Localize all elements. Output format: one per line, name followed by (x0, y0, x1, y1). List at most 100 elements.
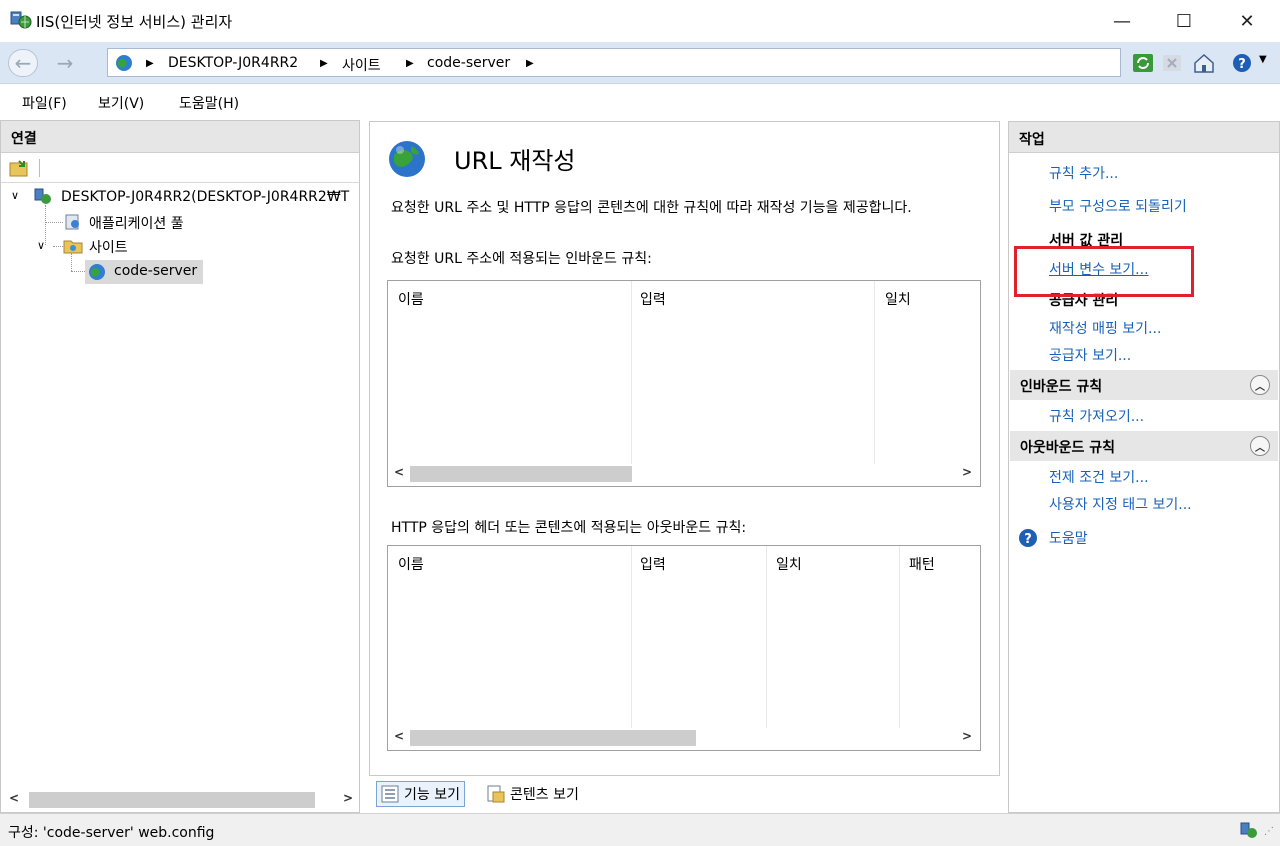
view-tabs: 기능 보기 콘텐츠 보기 (369, 778, 1009, 812)
tree-expand-icon[interactable]: ∨ (11, 189, 19, 202)
content-view-label: 콘텐츠 보기 (510, 787, 579, 803)
column-header-pattern[interactable]: 패턴 (909, 554, 935, 574)
refresh-icon[interactable] (1131, 51, 1155, 75)
resize-grip-icon[interactable]: ⋰ (1264, 826, 1274, 837)
scroll-left-icon[interactable]: < (9, 791, 19, 805)
breadcrumb-arrow-icon[interactable]: ▶ (406, 58, 414, 69)
breadcrumb-arrow-icon[interactable]: ▶ (146, 58, 154, 69)
status-text: 구성: 'code-server' web.config (8, 825, 215, 841)
forward-button[interactable]: → (50, 49, 80, 77)
outbound-rules-label: HTTP 응답의 헤더 또는 콘텐츠에 적용되는 아웃바운드 규칙: (391, 520, 747, 536)
annotation-highlight-box (1014, 246, 1194, 297)
iis-app-icon (10, 11, 32, 29)
inbound-rules-grid[interactable]: 이름 입력 일치 < > (387, 280, 981, 487)
forward-arrow-icon: → (56, 51, 74, 75)
breadcrumb-arrow-icon[interactable]: ▶ (526, 58, 534, 69)
features-view-icon (381, 785, 399, 803)
home-icon[interactable] (1192, 51, 1216, 75)
connections-toolbar (1, 153, 359, 183)
column-header-name[interactable]: 이름 (398, 289, 424, 309)
column-divider (899, 546, 900, 728)
column-divider (766, 546, 767, 728)
outbound-section-label: 아웃바운드 규칙 (1020, 440, 1116, 456)
scroll-right-icon[interactable]: > (962, 465, 972, 479)
help-dropdown-icon[interactable]: ▼ (1259, 54, 1267, 65)
scroll-left-icon[interactable]: < (394, 465, 404, 479)
column-header-match[interactable]: 일치 (776, 554, 802, 574)
scroll-thumb[interactable] (410, 730, 696, 746)
revert-parent-link[interactable]: 부모 구성으로 되돌리기 (1049, 196, 1187, 216)
outbound-rules-grid[interactable]: 이름 입력 일치 패턴 < > (387, 545, 981, 751)
outbound-hscrollbar[interactable]: < > (388, 728, 980, 748)
address-bar: ← → ▶ DESKTOP-J0R4RR2 ▶ 사이트 ▶ code-serve… (0, 42, 1280, 84)
tree-expand-icon[interactable]: ∨ (37, 239, 45, 252)
breadcrumb-arrow-icon[interactable]: ▶ (320, 58, 328, 69)
content-view-tab[interactable]: 콘텐츠 보기 (482, 781, 583, 807)
view-providers-link[interactable]: 공급자 보기... (1049, 345, 1131, 365)
collapse-inbound-icon[interactable]: ︿ (1250, 375, 1270, 395)
feature-panel: URL 재작성 요청한 URL 주소 및 HTTP 응답의 콘텐츠에 대한 규칙… (369, 121, 1000, 776)
scroll-left-icon[interactable]: < (394, 729, 404, 743)
scroll-right-icon[interactable]: > (962, 729, 972, 743)
breadcrumb-address-field[interactable]: ▶ DESKTOP-J0R4RR2 ▶ 사이트 ▶ code-server ▶ (107, 48, 1121, 77)
features-view-tab[interactable]: 기능 보기 (376, 781, 465, 807)
window-title: IIS(인터넷 정보 서비스) 관리자 (36, 13, 233, 31)
tree-sites-node[interactable]: 사이트 (89, 237, 128, 257)
menu-file[interactable]: 파일(F) (22, 93, 67, 113)
view-custom-tags-link[interactable]: 사용자 지정 태그 보기... (1049, 494, 1192, 514)
tree-line (45, 205, 46, 245)
stop-icon[interactable] (1160, 51, 1184, 75)
help-icon: ? (1019, 529, 1037, 547)
new-connection-icon[interactable] (9, 158, 29, 178)
menu-help[interactable]: 도움말(H) (179, 93, 239, 113)
tree-line (71, 253, 72, 271)
help-link[interactable]: 도움말 (1049, 528, 1088, 548)
import-rules-link[interactable]: 규칙 가져오기... (1049, 406, 1144, 426)
breadcrumb-server[interactable]: DESKTOP-J0R4RR2 (168, 55, 298, 71)
app-pool-icon (65, 214, 79, 230)
toolbar-separator (39, 159, 40, 177)
maximize-button[interactable]: ☐ (1161, 0, 1207, 42)
column-header-input[interactable]: 입력 (640, 554, 666, 574)
column-header-input[interactable]: 입력 (640, 289, 666, 309)
minimize-button[interactable]: — (1099, 0, 1145, 42)
back-arrow-icon: ← (14, 51, 32, 75)
scroll-thumb[interactable] (410, 466, 632, 482)
actions-header: 작업 (1009, 122, 1279, 153)
title-bar: IIS(인터넷 정보 서비스) 관리자 — ☐ ✕ (0, 0, 1280, 42)
close-icon: ✕ (1239, 10, 1255, 32)
content-view-icon (487, 785, 505, 803)
view-preconditions-link[interactable]: 전제 조건 보기... (1049, 467, 1149, 487)
view-rewrite-maps-link[interactable]: 재작성 매핑 보기... (1049, 318, 1161, 338)
scroll-thumb[interactable] (29, 792, 315, 808)
outbound-rules-section[interactable]: 아웃바운드 규칙 ︿ (1010, 431, 1278, 461)
inbound-section-label: 인바운드 규칙 (1020, 379, 1103, 395)
svg-text:?: ? (1238, 57, 1246, 72)
collapse-outbound-icon[interactable]: ︿ (1250, 436, 1270, 456)
add-rule-link[interactable]: 규칙 추가... (1049, 163, 1118, 183)
tree-app-pools-node[interactable]: 애플리케이션 풀 (89, 213, 184, 233)
globe-icon (116, 55, 132, 71)
breadcrumb-sites[interactable]: 사이트 (342, 55, 381, 75)
svg-text:?: ? (1024, 532, 1032, 547)
inbound-rules-section[interactable]: 인바운드 규칙 ︿ (1010, 370, 1278, 400)
connections-hscrollbar[interactable]: < > (3, 790, 358, 810)
menu-bar: 파일(F) 보기(V) 도움말(H) (0, 84, 1280, 120)
minimize-icon: — (1113, 10, 1131, 32)
back-button[interactable]: ← (8, 49, 38, 77)
url-rewrite-globe-icon (389, 141, 425, 177)
scroll-right-icon[interactable]: > (343, 791, 353, 805)
tree-server-node[interactable]: DESKTOP-J0R4RR2(DESKTOP-J0R4RR2₩T (61, 189, 359, 205)
maximize-icon: ☐ (1175, 10, 1193, 32)
column-header-name[interactable]: 이름 (398, 554, 424, 574)
breadcrumb-site[interactable]: code-server (427, 55, 510, 71)
tree-site-node[interactable]: code-server (114, 263, 197, 279)
close-button[interactable]: ✕ (1224, 0, 1270, 42)
column-divider (874, 281, 875, 464)
column-header-match[interactable]: 일치 (885, 289, 911, 309)
inbound-hscrollbar[interactable]: < > (388, 464, 980, 484)
page-title: URL 재작성 (454, 147, 576, 175)
menu-view[interactable]: 보기(V) (98, 93, 144, 113)
column-divider (631, 281, 632, 464)
help-icon[interactable]: ? (1230, 51, 1254, 75)
